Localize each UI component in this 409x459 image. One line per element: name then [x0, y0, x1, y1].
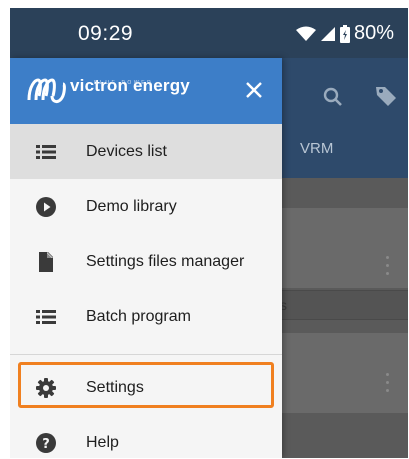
- more-vert-icon[interactable]: [382, 373, 392, 399]
- more-vert-icon[interactable]: [382, 256, 392, 282]
- menu-item-label: Settings files manager: [86, 252, 245, 270]
- brand-name: victron energy: [70, 76, 190, 95]
- help-circle-icon: ?: [36, 432, 56, 453]
- menu-item-label: Devices list: [86, 142, 167, 160]
- play-circle-icon: [36, 196, 56, 217]
- battery-icon: [339, 24, 350, 43]
- signal-icon: [320, 26, 335, 41]
- brand-tagline: BLUE POWER: [94, 80, 154, 86]
- status-bar: 09:29 80%: [10, 8, 408, 58]
- menu-item-help[interactable]: ? Help: [10, 415, 282, 458]
- victron-wave-icon: [27, 78, 66, 103]
- menu-item-batch-program[interactable]: Batch program: [10, 289, 282, 344]
- close-icon[interactable]: [244, 80, 264, 100]
- menu-item-label: Help: [86, 433, 119, 451]
- menu-item-devices-list[interactable]: Devices list: [10, 124, 282, 179]
- battery-percent: 80%: [353, 22, 394, 44]
- victron-logo: victron energy: [26, 74, 190, 104]
- tab-vrm[interactable]: VRM: [300, 140, 333, 157]
- menu-item-settings-files-manager[interactable]: Settings files manager: [10, 234, 282, 289]
- menu-item-label: Demo library: [86, 197, 177, 215]
- search-icon[interactable]: [322, 86, 344, 108]
- app-screen: 09:29 80% VRM s victron energy BLUE POWE…: [10, 8, 408, 458]
- settings-highlight-box: [18, 362, 274, 408]
- list-icon: [36, 309, 56, 324]
- tag-icon[interactable]: [374, 84, 398, 108]
- status-icons: 80%: [295, 22, 394, 45]
- svg-text:?: ?: [42, 437, 50, 452]
- navigation-drawer: victron energy BLUE POWER Devices list D…: [10, 58, 282, 458]
- menu-item-label: Batch program: [86, 307, 191, 325]
- file-icon: [39, 251, 53, 272]
- status-time: 09:29: [78, 22, 134, 45]
- menu-divider: [10, 354, 282, 355]
- drawer-header: victron energy BLUE POWER: [10, 58, 282, 124]
- list-icon: [36, 144, 56, 159]
- wifi-icon: [295, 26, 316, 41]
- menu-item-demo-library[interactable]: Demo library: [10, 179, 282, 234]
